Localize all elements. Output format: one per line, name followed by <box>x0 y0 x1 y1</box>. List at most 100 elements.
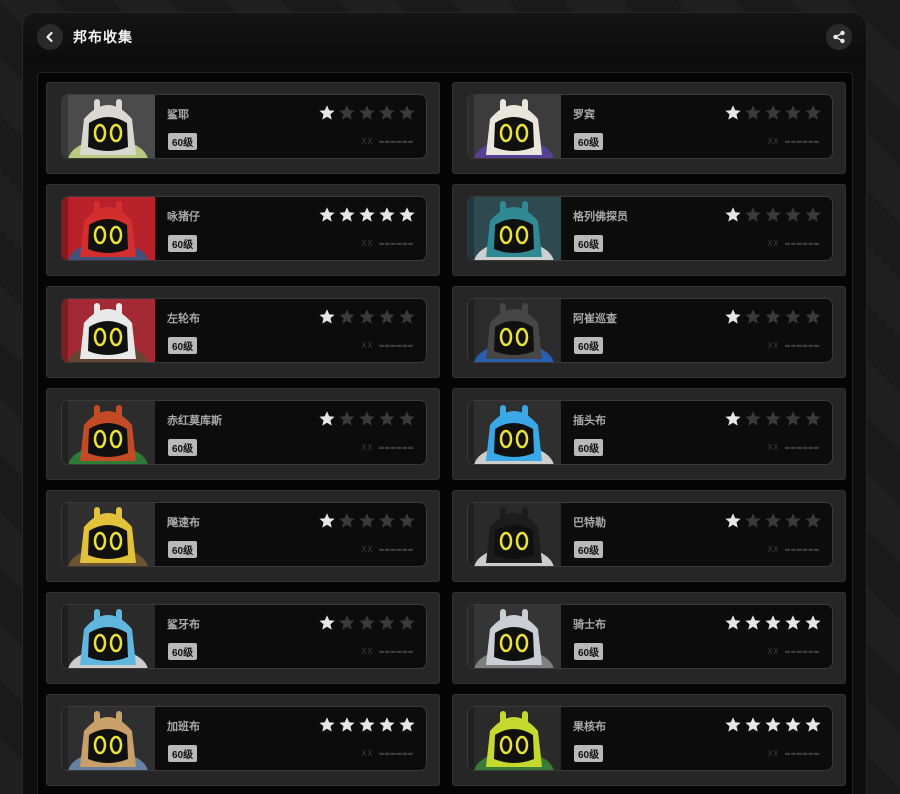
bangboo-card-inner: 阿崔巡查 60级 XX ▬▬▬▬▬▬ <box>467 298 833 363</box>
bangboo-card[interactable]: 罗宾 60级 XX ▬▬▬▬▬▬ <box>452 82 846 174</box>
star-rating <box>724 716 822 733</box>
star-icon <box>359 309 375 324</box>
bangboo-card[interactable]: 果核布 60级 XX ▬▬▬▬▬▬ <box>452 694 846 786</box>
bangboo-card-inner: 赤红莫库斯 60级 XX ▬▬▬▬▬▬ <box>61 400 427 465</box>
bangboo-name: 飚速布 <box>167 517 200 529</box>
bangboo-portrait <box>62 401 155 464</box>
page-title: 邦布收集 <box>73 29 133 45</box>
star-icon <box>785 105 801 120</box>
bangboo-card[interactable]: 巴特勒 60级 XX ▬▬▬▬▬▬ <box>452 490 846 582</box>
bangboo-code: XX ▬▬▬▬▬▬ <box>767 545 820 554</box>
star-icon <box>399 207 415 222</box>
star-icon <box>359 105 375 120</box>
star-icon <box>785 207 801 222</box>
bangboo-card[interactable]: 飚速布 60级 XX ▬▬▬▬▬▬ <box>46 490 440 582</box>
star-icon <box>725 615 741 630</box>
star-rating <box>724 104 822 121</box>
bangboo-code: XX ▬▬▬▬▬▬ <box>767 647 820 656</box>
bangboo-name: 鲨耶 <box>167 109 189 121</box>
bangboo-code: XX ▬▬▬▬▬▬ <box>767 239 820 248</box>
bangboo-card-inner: 格列佛探员 60级 XX ▬▬▬▬▬▬ <box>467 196 833 261</box>
bangboo-card-inner: 骑士布 60级 XX ▬▬▬▬▬▬ <box>467 604 833 669</box>
star-icon <box>805 207 821 222</box>
bangboo-card[interactable]: 鲨牙布 60级 XX ▬▬▬▬▬▬ <box>46 592 440 684</box>
star-icon <box>319 513 335 528</box>
bangboo-card[interactable]: 插头布 60级 XX ▬▬▬▬▬▬ <box>452 388 846 480</box>
bangboo-card[interactable]: 阿崔巡查 60级 XX ▬▬▬▬▬▬ <box>452 286 846 378</box>
star-icon <box>745 513 761 528</box>
bangboo-portrait <box>468 707 561 770</box>
star-rating <box>724 308 822 325</box>
star-icon <box>725 411 741 426</box>
star-icon <box>765 513 781 528</box>
star-icon <box>785 309 801 324</box>
star-icon <box>379 615 395 630</box>
bangboo-name: 巴特勒 <box>573 517 606 529</box>
bangboo-card[interactable]: 格列佛探员 60级 XX ▬▬▬▬▬▬ <box>452 184 846 276</box>
star-icon <box>399 411 415 426</box>
bangboo-portrait <box>468 401 561 464</box>
bangboo-code: XX ▬▬▬▬▬▬ <box>361 545 414 554</box>
star-icon <box>339 411 355 426</box>
star-icon <box>745 411 761 426</box>
bangboo-grid: 鲨耶 60级 XX ▬▬▬▬▬▬ 罗宾 60级 XX ▬▬▬▬▬▬ 咏猪仔 60… <box>46 82 846 786</box>
star-icon <box>319 717 335 732</box>
star-icon <box>339 309 355 324</box>
bangboo-card[interactable]: 骑士布 60级 XX ▬▬▬▬▬▬ <box>452 592 846 684</box>
bangboo-portrait <box>62 197 155 260</box>
bangboo-portrait <box>62 299 155 362</box>
level-badge: 60级 <box>574 541 604 558</box>
star-icon <box>765 207 781 222</box>
star-icon <box>319 207 335 222</box>
star-icon <box>765 105 781 120</box>
level-badge: 60级 <box>574 745 604 762</box>
star-rating <box>318 512 416 529</box>
star-rating <box>724 410 822 427</box>
bangboo-name: 赤红莫库斯 <box>167 415 222 427</box>
bangboo-portrait <box>468 197 561 260</box>
bangboo-code: XX ▬▬▬▬▬▬ <box>361 137 414 146</box>
bangboo-portrait <box>62 95 155 158</box>
star-icon <box>725 309 741 324</box>
bangboo-card-inner: 罗宾 60级 XX ▬▬▬▬▬▬ <box>467 94 833 159</box>
star-icon <box>805 309 821 324</box>
star-icon <box>725 105 741 120</box>
bangboo-name: 果核布 <box>573 721 606 733</box>
star-icon <box>379 411 395 426</box>
bangboo-card[interactable]: 鲨耶 60级 XX ▬▬▬▬▬▬ <box>46 82 440 174</box>
bangboo-portrait <box>468 299 561 362</box>
star-icon <box>805 615 821 630</box>
star-rating <box>318 716 416 733</box>
bangboo-card[interactable]: 咏猪仔 60级 XX ▬▬▬▬▬▬ <box>46 184 440 276</box>
bangboo-list-container: 鲨耶 60级 XX ▬▬▬▬▬▬ 罗宾 60级 XX ▬▬▬▬▬▬ 咏猪仔 60… <box>37 72 853 794</box>
star-rating <box>724 614 822 631</box>
level-badge: 60级 <box>168 235 198 252</box>
star-icon <box>745 207 761 222</box>
star-icon <box>745 717 761 732</box>
star-icon <box>805 513 821 528</box>
star-icon <box>399 513 415 528</box>
star-icon <box>765 411 781 426</box>
bangboo-code: XX ▬▬▬▬▬▬ <box>361 749 414 758</box>
star-icon <box>379 105 395 120</box>
share-button[interactable] <box>826 24 852 50</box>
level-badge: 60级 <box>574 235 604 252</box>
star-rating <box>724 206 822 223</box>
star-icon <box>399 105 415 120</box>
bangboo-code: XX ▬▬▬▬▬▬ <box>767 749 820 758</box>
bangboo-card-inner: 插头布 60级 XX ▬▬▬▬▬▬ <box>467 400 833 465</box>
level-badge: 60级 <box>574 439 604 456</box>
bangboo-card[interactable]: 加班布 60级 XX ▬▬▬▬▬▬ <box>46 694 440 786</box>
star-icon <box>379 513 395 528</box>
star-icon <box>319 105 335 120</box>
bangboo-code: XX ▬▬▬▬▬▬ <box>767 137 820 146</box>
bangboo-card-inner: 鲨牙布 60级 XX ▬▬▬▬▬▬ <box>61 604 427 669</box>
back-button[interactable] <box>37 24 63 50</box>
star-icon <box>339 615 355 630</box>
star-icon <box>745 105 761 120</box>
bangboo-card[interactable]: 左轮布 60级 XX ▬▬▬▬▬▬ <box>46 286 440 378</box>
bangboo-portrait <box>468 95 561 158</box>
star-icon <box>765 309 781 324</box>
bangboo-card[interactable]: 赤红莫库斯 60级 XX ▬▬▬▬▬▬ <box>46 388 440 480</box>
star-icon <box>379 717 395 732</box>
